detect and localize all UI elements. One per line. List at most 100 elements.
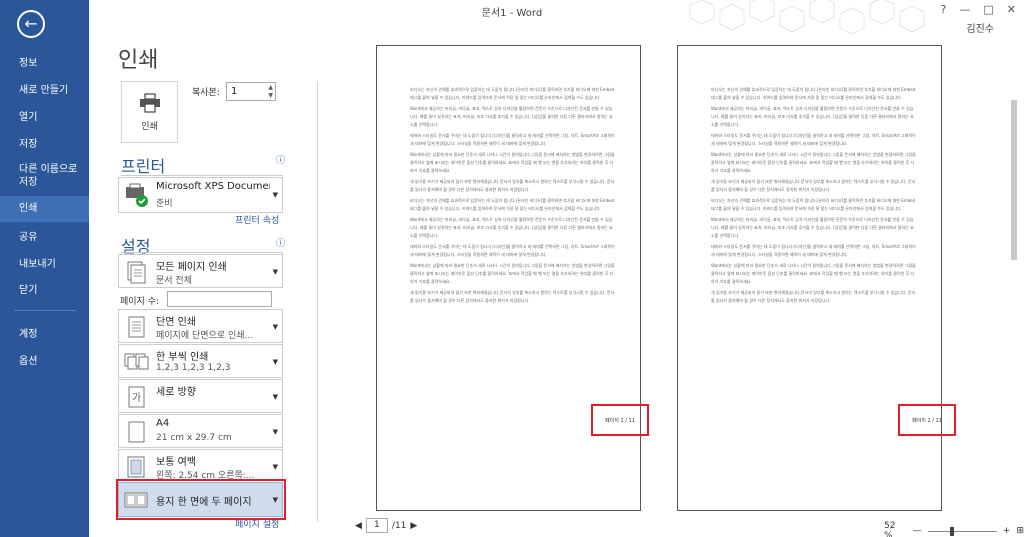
copies-value: 1 [231, 86, 238, 97]
nav-item-share[interactable]: 공유 [0, 231, 89, 244]
paragraph: 새 읽기용 보기가 제공되어 읽기 또한 편리해졌습니다.문서의 일부를 축소하… [410, 290, 615, 303]
paragraph: 비디오는 자신의 견해를 효과적으로 입증하는 데 도움이 됩니다.[온라인 비… [711, 87, 916, 100]
paragraph: Word에서는 상황에 따라 필요한 단추가 새로 나타나 시간이 절약됩니다.… [410, 263, 615, 284]
section-divider [121, 252, 283, 253]
zoom-control: 52 % — + ⊞ [884, 521, 1024, 537]
nav-item-account[interactable]: 계정 [0, 328, 89, 341]
help-icon[interactable]: ? [941, 3, 947, 16]
spinner-icon[interactable]: ▲ ▼ [268, 84, 273, 100]
paragraph: 테마와 스타일도 문서를 꾸미는 데 도움이 됩니다.[디자인]을 클릭하고 새… [711, 133, 916, 146]
print-range-detail: 문서 전체 [156, 276, 192, 286]
page-setup-link[interactable]: 페이지 설정 [235, 520, 279, 534]
scroll-thumb[interactable] [1011, 100, 1017, 260]
margins-icon [127, 456, 145, 478]
preview-page-1: 비디오는 자신의 견해를 효과적으로 입증하는 데 도움이 됩니다.[온라인 비… [376, 45, 649, 511]
panel-divider [317, 82, 318, 522]
nav-item-save[interactable]: 저장 [0, 138, 89, 151]
minimize-icon[interactable]: — [959, 3, 970, 16]
page-navigator: ◀ 1 /11 ▶ [355, 518, 417, 533]
preview-page-2: 비디오는 자신의 견해를 효과적으로 입증하는 데 도움이 됩니다.[온라인 비… [677, 45, 956, 511]
margins-label: 보통 여백 [156, 457, 196, 468]
paragraph: Word에서 제공하는 머리글, 바닥글, 표지, 텍스트 상자 디자인을 활용… [410, 217, 613, 238]
page-title: 인쇄 [118, 48, 159, 73]
nav-item-close[interactable]: 닫기 [0, 284, 89, 297]
chevron-down-icon: ▼ [272, 428, 278, 436]
printer-section-title: 프린터 [121, 157, 166, 176]
paper-size-dropdown[interactable]: A4 21 cm x 29.7 cm ▼ [118, 414, 283, 448]
paragraph: 새 읽기용 보기가 제공되어 읽기 또한 편리해졌습니다.문서의 일부를 축소하… [711, 179, 916, 192]
page-number-label: 페이지 1 / 11 [591, 404, 649, 436]
nav-item-info[interactable]: 정보 [0, 57, 89, 70]
paragraph: Word에서 제공하는 머리글, 바닥글, 표지, 텍스트 상자 디자인을 활용… [410, 106, 613, 127]
paper-size-detail: 21 cm x 29.7 cm [156, 433, 232, 443]
collate-detail: 1,2,3 1,2,3 1,2,3 [156, 363, 231, 373]
printer-properties-link[interactable]: 프린터 속성 [235, 213, 279, 226]
window-title: 문서1 - Word [481, 8, 543, 19]
chevron-down-icon: ▼ [272, 463, 278, 471]
paragraph: 새 읽기용 보기가 제공되어 읽기 또한 편리해졌습니다.문서의 일부를 축소하… [410, 179, 615, 192]
paper-size-label: A4 [156, 418, 170, 429]
copies-label: 복사본: [192, 88, 220, 98]
pages-input[interactable] [167, 291, 272, 307]
nav-item-new[interactable]: 새로 만들기 [0, 84, 89, 97]
single-sided-icon [128, 316, 145, 338]
paragraph: 비디오는 자신의 견해를 효과적으로 입증하는 데 도움이 됩니다.[온라인 비… [410, 87, 615, 100]
printer-ready-icon [126, 183, 148, 207]
sides-detail: 페이지에 단면으로 인쇄... [156, 331, 254, 341]
info-icon[interactable]: ⓘ [276, 153, 285, 166]
print-range-dropdown[interactable]: 모든 페이지 인쇄 문서 전체 ▼ [118, 254, 283, 288]
printer-status: 준비 [156, 199, 173, 209]
collate-label: 한 부씩 인쇄 [156, 352, 209, 363]
orientation-dropdown[interactable]: 가 세로 방향 ▼ [118, 379, 283, 413]
chevron-down-icon: ▼ [272, 358, 278, 366]
print-button[interactable]: 인쇄 [121, 81, 178, 143]
collate-icon [124, 353, 149, 370]
chevron-down-icon: ▼ [272, 268, 278, 276]
chevron-down-icon: ▼ [272, 191, 278, 199]
maximize-icon[interactable]: □ [983, 3, 993, 16]
paragraph: 비디오는 자신의 견해를 효과적으로 입증하는 데 도움이 됩니다.[온라인 비… [410, 198, 615, 211]
paragraph: Word에서 제공하는 머리글, 바닥글, 표지, 텍스트 상자 디자인을 활용… [711, 217, 914, 238]
prev-page-icon[interactable]: ◀ [355, 521, 362, 531]
zoom-to-page-icon[interactable]: ⊞ [1016, 526, 1024, 536]
print-button-label: 인쇄 [141, 121, 158, 132]
zoom-level[interactable]: 52 % [884, 521, 907, 537]
page-text: 비디오는 자신의 견해를 효과적으로 입증하는 데 도움이 됩니다.[온라인 비… [711, 86, 917, 308]
paper-size-icon [128, 421, 145, 443]
nav-item-save-as[interactable]: 다른 이름으로 저장 [0, 163, 89, 189]
nav-item-options[interactable]: 옵션 [0, 355, 89, 368]
paragraph: Word에서는 상황에 따라 필요한 단추가 새로 나타나 시간이 절약됩니다.… [711, 263, 916, 284]
section-divider [121, 175, 283, 176]
page-text: 비디오는 자신의 견해를 효과적으로 입증하는 데 도움이 됩니다.[온라인 비… [410, 86, 616, 308]
zoom-slider-knob[interactable] [949, 526, 954, 536]
printer-dropdown[interactable]: Microsoft XPS Document... 준비 ▼ [118, 177, 283, 213]
copies-input[interactable]: 1 ▲ ▼ [226, 82, 276, 101]
chevron-down-icon: ▼ [272, 393, 278, 401]
paragraph: 새 읽기용 보기가 제공되어 읽기 또한 편리해졌습니다.문서의 일부를 축소하… [711, 290, 916, 303]
collate-dropdown[interactable]: 한 부씩 인쇄 1,2,3 1,2,3 1,2,3 ▼ [118, 344, 283, 378]
print-range-label: 모든 페이지 인쇄 [156, 262, 227, 273]
pages-label: 페이지 수: [120, 297, 160, 307]
paragraph: 비디오는 자신의 견해를 효과적으로 입증하는 데 도움이 됩니다.[온라인 비… [711, 198, 916, 211]
printer-name: Microsoft XPS Document... [156, 181, 270, 192]
nav-item-open[interactable]: 열기 [0, 111, 89, 124]
sides-dropdown[interactable]: 단면 인쇄 페이지에 단면으로 인쇄... ▼ [118, 309, 283, 343]
zoom-out-icon[interactable]: — [913, 526, 922, 536]
paragraph: 테마와 스타일도 문서를 꾸미는 데 도움이 됩니다.[디자인]을 클릭하고 새… [410, 244, 615, 257]
paragraph: Word에서는 상황에 따라 필요한 단추가 새로 나타나 시간이 절약됩니다.… [410, 152, 615, 173]
zoom-slider[interactable] [927, 526, 997, 536]
current-page-input[interactable]: 1 [365, 518, 388, 533]
page-number-label: 페이지 2 / 11 [898, 404, 956, 436]
preview-scrollbar[interactable] [1009, 90, 1019, 520]
info-icon[interactable]: ⓘ [276, 236, 285, 249]
next-page-icon[interactable]: ▶ [410, 521, 417, 531]
zoom-in-icon[interactable]: + [1003, 526, 1011, 536]
printer-icon [139, 92, 160, 113]
sides-label: 단면 인쇄 [156, 317, 196, 328]
margins-dropdown[interactable]: 보통 여백 왼쪽: 2.54 cm 오른쪽:... ▼ [118, 449, 283, 483]
user-name[interactable]: 김진수 [966, 20, 994, 35]
nav-item-export[interactable]: 내보내기 [0, 258, 89, 271]
close-icon[interactable]: ✕ [1007, 3, 1016, 16]
paragraph: Word에서 제공하는 머리글, 바닥글, 표지, 텍스트 상자 디자인을 활용… [711, 106, 914, 127]
nav-item-print[interactable]: 인쇄 [0, 196, 89, 222]
